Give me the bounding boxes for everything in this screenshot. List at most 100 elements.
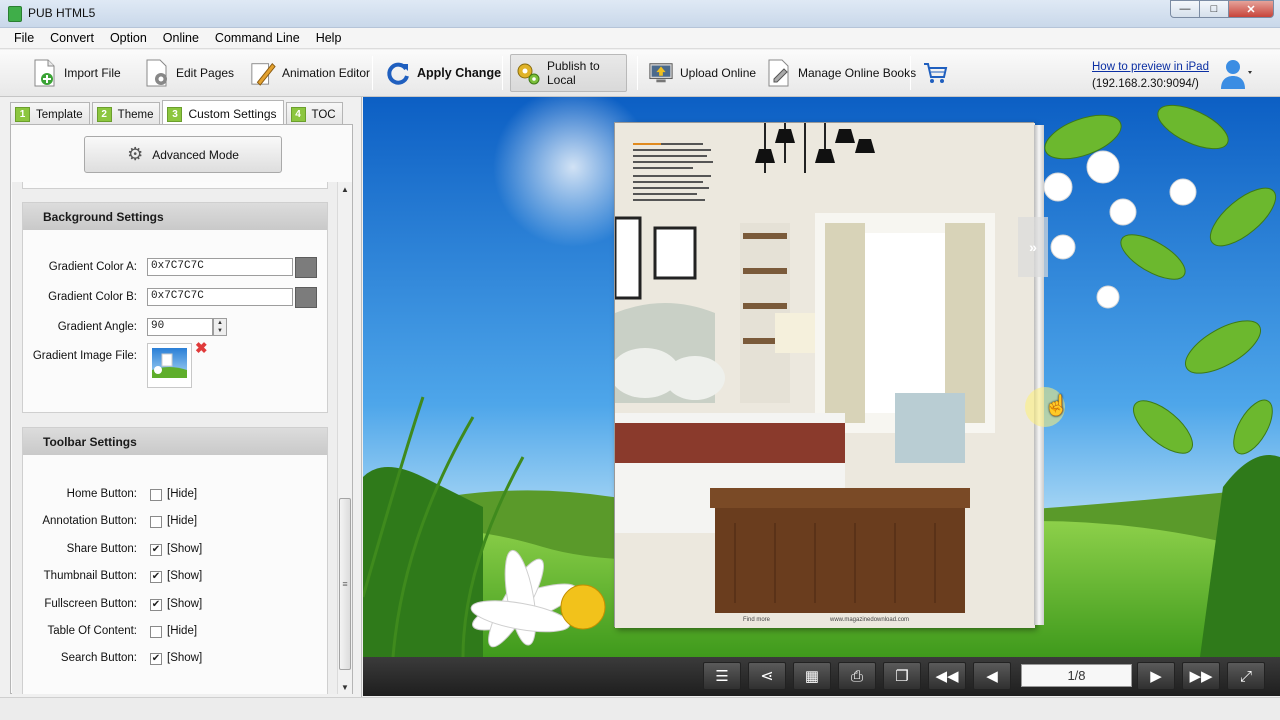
gradient-color-a-field[interactable]: 0x7C7C7C [147, 258, 293, 276]
upload-online-button[interactable]: Upload Online [644, 54, 760, 92]
window-icon: ❐ [895, 668, 909, 685]
print-button[interactable]: ⎙ [838, 662, 876, 690]
menu-convert[interactable]: Convert [42, 31, 102, 45]
advanced-mode-button[interactable]: ⚙ Advanced Mode [84, 136, 282, 173]
settings-scroll-area[interactable]: Background Settings Gradient Color A: 0x… [12, 182, 352, 694]
tab-custom-settings[interactable]: 3 Custom Settings [162, 100, 284, 127]
table-of-content-button[interactable]: ☰ [703, 662, 741, 690]
edit-pages-label: Edit Pages [176, 66, 235, 80]
user-account-menu[interactable] [1220, 58, 1256, 90]
table-of-content-checkbox[interactable] [150, 626, 162, 638]
fullscreen-button-label: Fullscreen Button: [44, 597, 137, 610]
apply-change-label: Apply Change [417, 66, 502, 80]
previous-page-button[interactable]: ◀ [973, 662, 1011, 690]
tab-number: 1 [15, 107, 30, 122]
shopping-cart-button[interactable] [918, 54, 958, 92]
toolbar-settings-section: Toolbar Settings Home Button: [Hide] Annot… [22, 427, 328, 694]
gradient-color-a-label: Gradient Color A: [48, 261, 137, 273]
gradient-color-b-field[interactable]: 0x7C7C7C [147, 288, 293, 306]
flipbook-preview[interactable]: Find more www.magazinedownload.com » ☝ [363, 97, 1280, 657]
publish-to-local-button[interactable]: Publish to Local [510, 54, 627, 92]
settings-scrollbar[interactable]: ▲ ≡ ▼ [337, 182, 352, 694]
gradient-image-thumbnail[interactable] [147, 343, 192, 388]
tab-label: Custom Settings [188, 107, 277, 121]
hand-cursor-icon: ☝ [1044, 395, 1069, 417]
manage-books-icon [766, 59, 792, 87]
share-button-checkbox[interactable]: ✔ [150, 543, 162, 556]
edit-pages-button[interactable]: Edit Pages [140, 54, 238, 92]
apply-change-button[interactable]: Apply Change [381, 54, 505, 92]
manage-online-books-label: Manage Online Books [798, 66, 917, 80]
annotation-button-checkbox[interactable] [150, 516, 162, 529]
share-button[interactable]: ⋖ [748, 662, 786, 690]
ipad-address-text: (192.168.2.30:9094/) [1092, 78, 1199, 90]
gradient-angle-field[interactable]: 90 [147, 318, 213, 336]
shopping-cart-icon [922, 60, 948, 86]
upload-monitor-icon [648, 60, 674, 86]
gradient-angle-spinner[interactable]: ▲ ▼ [213, 318, 227, 336]
next-page-button[interactable]: ▶ [1137, 662, 1175, 690]
manage-online-books-button[interactable]: Manage Online Books [762, 54, 920, 92]
fullscreen-button[interactable]: ⤢ [1227, 662, 1265, 690]
first-page-icon: ◀◀ [935, 668, 959, 685]
import-file-label: Import File [64, 66, 121, 80]
next-page-tab[interactable]: » [1018, 217, 1048, 277]
gradient-image-label: Gradient Image File: [32, 350, 137, 362]
fullscreen-button-checkbox[interactable]: ✔ [150, 598, 162, 611]
animation-editor-button[interactable]: Animation Editor [246, 54, 374, 92]
tab-number: 3 [167, 106, 183, 122]
first-page-button[interactable]: ◀◀ [928, 662, 966, 690]
home-button-label: Home Button: [66, 488, 137, 500]
home-button-state: [Hide] [167, 488, 198, 500]
bedroom-photo [610, 123, 1035, 628]
page-edges [1034, 125, 1044, 625]
edit-pages-icon [144, 59, 170, 87]
publish-to-local-label: Publish to Local [547, 59, 600, 87]
share-icon: ⋖ [760, 668, 774, 685]
thumbnail-button[interactable]: ▦ [793, 662, 831, 690]
tab-toc[interactable]: 4 TOC [285, 102, 343, 126]
menu-bar: File Convert Option Online Command Line … [0, 28, 1280, 49]
advanced-mode-label: Advanced Mode [152, 147, 239, 162]
menu-command-line[interactable]: Command Line [207, 31, 308, 45]
import-file-icon [32, 59, 58, 87]
scroll-thumb[interactable]: ≡ [339, 498, 351, 670]
single-page-button[interactable]: ❐ [883, 662, 921, 690]
import-file-button[interactable]: Import File [28, 54, 125, 92]
search-button-checkbox[interactable]: ✔ [150, 653, 162, 666]
tab-label: TOC [311, 108, 336, 121]
table-of-content-state: [Hide] [167, 625, 198, 637]
main-toolbar: Import File Edit Pages Animation Editor … [0, 50, 1280, 97]
remove-image-icon[interactable]: ✖ [195, 341, 209, 356]
thumbnail-button-checkbox[interactable]: ✔ [150, 571, 162, 584]
background-settings-heading: Background Settings [23, 203, 327, 230]
gradient-color-b-swatch[interactable] [295, 287, 317, 308]
home-button-checkbox[interactable] [150, 489, 162, 501]
annotation-button-state: [Hide] [167, 515, 198, 528]
page-number-field[interactable]: 1/8 [1021, 664, 1132, 687]
scroll-down-arrow[interactable]: ▼ [338, 680, 352, 694]
share-button-label: Share Button: [66, 542, 137, 555]
thumbnail-button-state: [Show] [167, 570, 203, 583]
annotation-button-label: Annotation Button: [42, 515, 137, 528]
ipad-preview-link[interactable]: How to preview in iPad [1092, 61, 1209, 73]
maximize-button[interactable]: □ [1199, 0, 1229, 18]
publish-gear-icon [515, 60, 541, 86]
minimize-button[interactable]: — [1170, 0, 1200, 18]
next-icon: ▶ [1150, 668, 1162, 685]
scroll-up-arrow[interactable]: ▲ [338, 182, 352, 196]
tab-theme[interactable]: 2 Theme [91, 102, 161, 126]
menu-file[interactable]: File [6, 31, 42, 45]
gear-icon: ⚙ [127, 144, 144, 164]
tab-number: 4 [290, 107, 306, 122]
title-bar: PUB HTML5 — □ ✕ [0, 0, 1280, 28]
gradient-color-a-swatch[interactable] [295, 257, 317, 278]
menu-online[interactable]: Online [155, 31, 207, 45]
animation-editor-icon [250, 60, 276, 86]
menu-option[interactable]: Option [102, 31, 155, 45]
close-button[interactable]: ✕ [1228, 0, 1274, 18]
last-page-button[interactable]: ▶▶ [1182, 662, 1220, 690]
book-page[interactable]: Find more www.magazinedownload.com [610, 122, 1035, 628]
menu-help[interactable]: Help [308, 31, 350, 45]
tab-template[interactable]: 1 Template [10, 102, 90, 126]
